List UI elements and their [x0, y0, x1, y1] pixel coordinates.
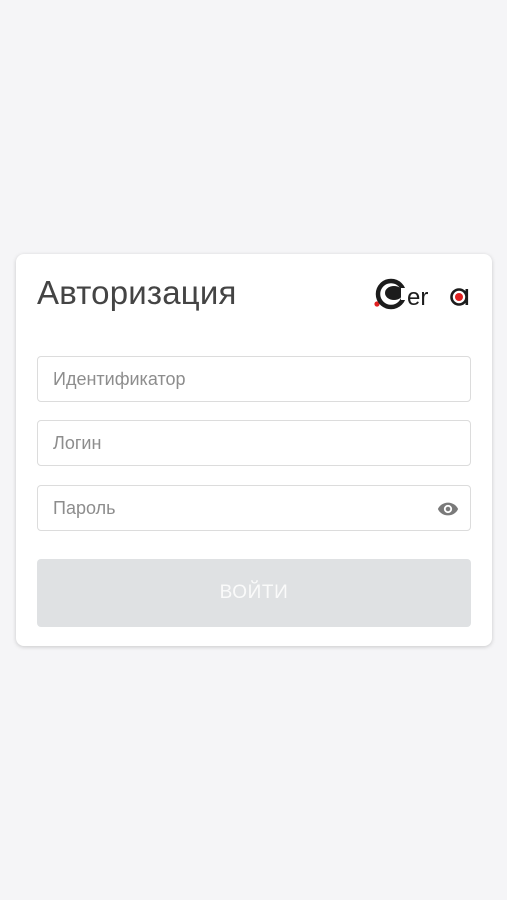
cera-logo: er [374, 278, 469, 311]
password-input[interactable] [38, 486, 470, 530]
login-input[interactable] [38, 421, 470, 465]
login-field[interactable] [37, 420, 471, 466]
password-field[interactable] [37, 485, 471, 531]
login-card: Авторизация er ВОЙТИ [16, 254, 492, 646]
eye-icon[interactable] [437, 498, 459, 520]
logo-text-era: er [407, 284, 428, 311]
identifier-input[interactable] [38, 357, 470, 401]
page-title: Авторизация [37, 274, 237, 311]
logo-c-lens [385, 286, 403, 300]
submit-button[interactable]: ВОЙТИ [37, 559, 471, 627]
logo-a-center [455, 293, 463, 301]
identifier-field[interactable] [37, 356, 471, 402]
